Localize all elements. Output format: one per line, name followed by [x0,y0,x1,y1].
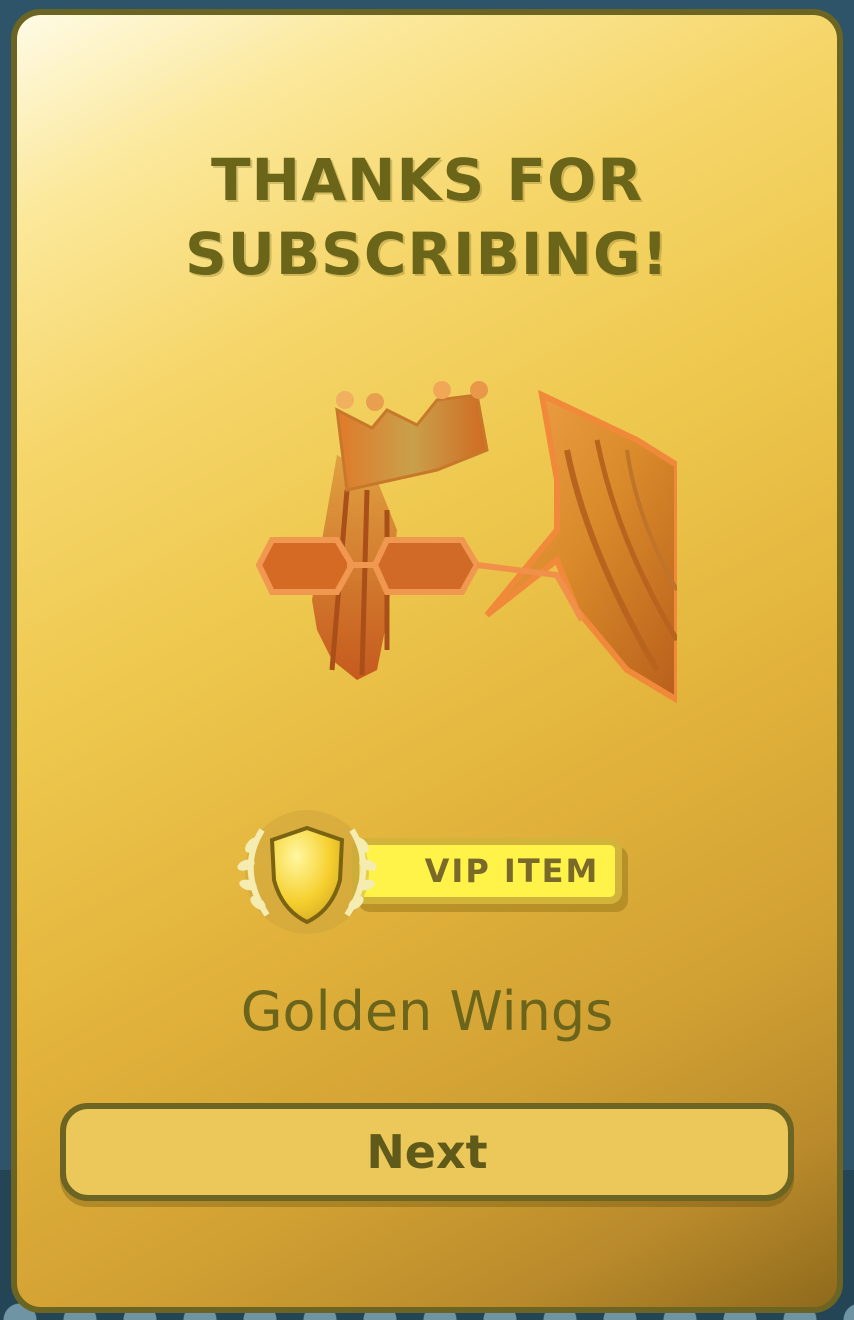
dialog-title: THANKS FOR SUBSCRIBING! [17,143,837,291]
vip-item-badge: VIP ITEM [222,810,642,940]
dialog-title-line-2: SUBSCRIBING! [184,220,670,288]
vip-label-box: VIP ITEM [352,838,622,904]
subscription-reward-dialog: THANKS FOR SUBSCRIBING! VIP ITEM Golden … [11,9,843,1313]
item-name: Golden Wings [240,980,614,1043]
golden-wings-icon [255,381,677,704]
vip-label: VIP ITEM [424,852,600,890]
shield-laurel-icon [237,810,377,934]
dialog-title-line-1: THANKS FOR [210,146,644,214]
next-button[interactable]: Next [60,1103,794,1201]
